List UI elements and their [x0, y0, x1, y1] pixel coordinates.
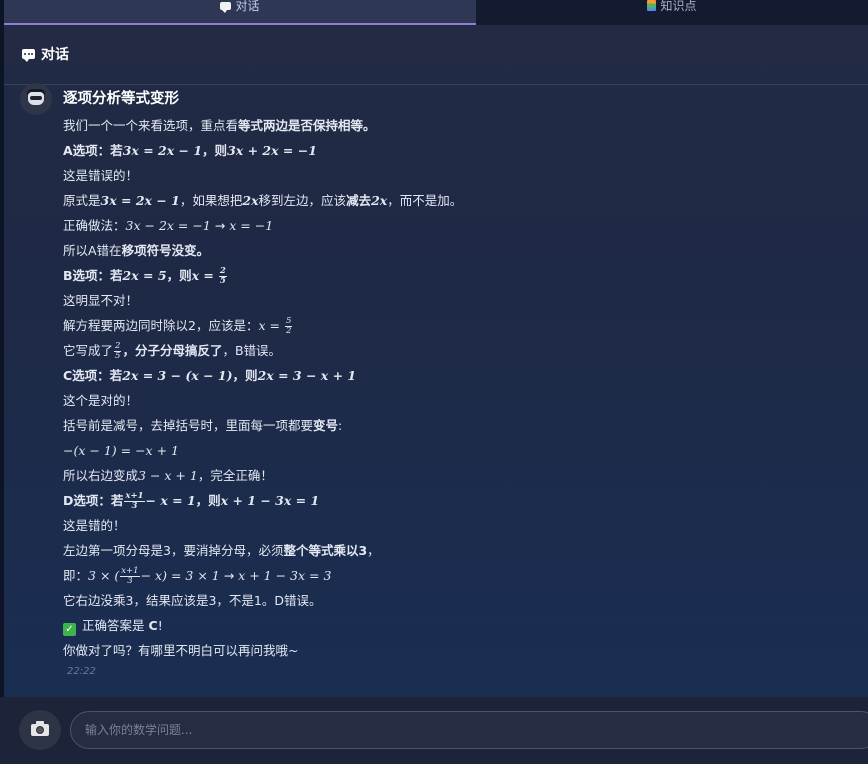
avatar: [20, 83, 52, 115]
fraction: x+1 3: [124, 491, 145, 511]
message-timestamp: 22:22: [67, 666, 96, 677]
input-bar: [0, 697, 868, 764]
books-icon: [647, 0, 657, 11]
tab-bar: 对话 知识点: [4, 0, 868, 25]
fraction: 25: [218, 266, 227, 286]
intro-line: 我们一个一个来看选项，重点看等式两边是否保持相等。: [63, 118, 376, 133]
camera-icon: [31, 721, 49, 736]
tab-chat[interactable]: 对话: [4, 0, 476, 25]
avatar-face: [28, 92, 44, 105]
chat-bubble-icon: [220, 1, 232, 13]
option-a-correct-method: 正确做法：3x − 2x = −1 → x = −1: [63, 218, 274, 233]
option-b-explanation: 解方程要两边同时除以2，应该是：x = 52: [63, 316, 293, 336]
assistant-message: 逐项分析等式变形 我们一个一个来看选项，重点看等式两边是否保持相等。 A选项：若…: [63, 88, 853, 663]
option-d-calculation: 即：3 × (x+1 3− x) = 3 × 1 → x + 1 − 3x = 3: [63, 566, 332, 586]
tab-knowledge[interactable]: 知识点: [476, 0, 868, 25]
option-b-verdict: 这明显不对！: [63, 293, 139, 308]
chat-bubble-icon: [22, 49, 35, 62]
option-d-verdict: 这是错的！: [63, 518, 126, 533]
answer-line: ✓ 正确答案是 C!: [63, 613, 853, 638]
tab-knowledge-label: 知识点: [660, 0, 697, 13]
option-c-conclusion: 所以右边变成3 − x + 1，完全正确！: [63, 468, 273, 483]
option-b-line: B选项：若2x = 5，则x = 25: [63, 266, 227, 286]
fraction: 52: [284, 316, 293, 336]
checkmark-icon: ✓: [63, 623, 76, 636]
option-c-line: C选项：若2x = 3 − (x − 1)，则2x = 3 − x + 1: [63, 368, 357, 383]
option-c-explanation: 括号前是减号，去掉括号时，里面每一项都要变号:: [63, 418, 343, 433]
fraction: x+1 3: [120, 566, 140, 586]
page-title: 对话: [22, 44, 69, 64]
chat-header: 对话: [4, 25, 868, 85]
option-a-reason: 所以A错在移项符号没变。: [63, 243, 210, 258]
page-title-text: 对话: [41, 47, 69, 63]
option-c-formula: −(x − 1) = −x + 1: [63, 443, 179, 458]
tab-chat-label: 对话: [235, 0, 260, 13]
camera-button[interactable]: [19, 710, 61, 750]
chat-panel: 对话 逐项分析等式变形 我们一个一个来看选项，重点看等式两边是否保持相等。 A选…: [4, 25, 868, 697]
option-a-line: A选项：若3x = 2x − 1，则3x + 2x = −1: [63, 143, 317, 158]
option-c-verdict: 这个是对的！: [63, 393, 139, 408]
message-title: 逐项分析等式变形: [63, 91, 179, 107]
fraction: 25: [114, 341, 122, 361]
option-d-conclusion: 它右边没乘3，结果应该是3，不是1。D错误。: [63, 593, 322, 608]
option-a-verdict: 这是错误的！: [63, 168, 139, 183]
option-b-wrong: 它写成了 2 5 ，分子分母搞反了，B错误。: [63, 341, 282, 361]
option-d-line: D选项：若 x+1 3− x = 1，则x + 1 − 3x = 1: [63, 491, 320, 511]
question-input[interactable]: [70, 711, 868, 749]
option-a-explanation: 原式是3x = 2x − 1，如果想把2x移到左边，应该减去2x，而不是加。: [63, 193, 463, 208]
option-d-explanation: 左边第一项分母是3，要消掉分母，必须整个等式乘以3，: [63, 543, 380, 558]
closing-line: 你做对了吗？有哪里不明白可以再问我哦~: [63, 643, 299, 658]
